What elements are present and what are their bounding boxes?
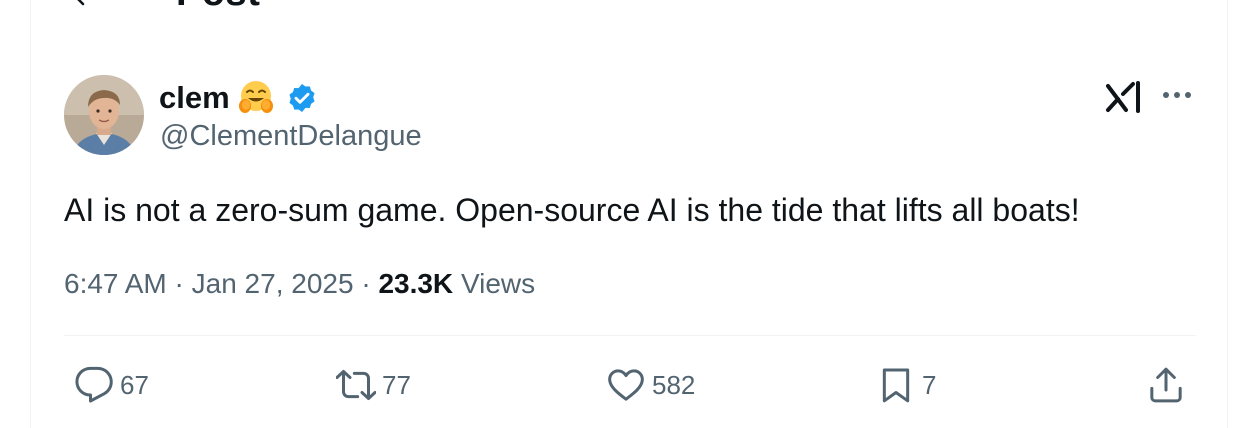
- hugging-face-emoji-icon: [238, 81, 273, 113]
- display-name[interactable]: clem: [159, 80, 230, 116]
- verified-badge-icon: [289, 84, 315, 112]
- post-meta: 6:47 AM · Jan 27, 2025 · 23.3K Views: [64, 268, 535, 300]
- bookmark-icon: [882, 368, 910, 403]
- share-icon: [1150, 367, 1182, 403]
- avatar[interactable]: [64, 75, 144, 155]
- user-handle[interactable]: @ClementDelangue: [160, 120, 422, 153]
- divider: [64, 335, 1196, 336]
- bookmark-button[interactable]: 7: [876, 360, 936, 410]
- heart-icon: [608, 369, 644, 401]
- views-label: Views: [460, 268, 536, 299]
- post-date[interactable]: Jan 27, 2025: [192, 268, 354, 299]
- action-bar: 67 77 582 7: [64, 360, 1196, 410]
- meta-separator: ·: [361, 268, 379, 299]
- post-detail-panel: Post clem: [30, 0, 1228, 428]
- meta-separator: ·: [174, 268, 192, 299]
- like-button[interactable]: 582: [606, 360, 695, 410]
- display-name-row[interactable]: clem: [159, 78, 318, 118]
- reply-icon: [75, 366, 113, 403]
- like-count: 582: [652, 369, 696, 400]
- post-time[interactable]: 6:47 AM: [64, 268, 167, 299]
- repost-button[interactable]: 77: [336, 360, 411, 410]
- reply-count: 67: [120, 369, 149, 400]
- arrow-left-icon[interactable]: [69, 0, 99, 10]
- share-button[interactable]: [1146, 360, 1186, 410]
- views-count: 23.3K: [378, 268, 454, 299]
- more-horizontal-icon[interactable]: [1159, 80, 1195, 110]
- grok-icon[interactable]: [1105, 80, 1145, 114]
- page-title: Post: [176, 0, 260, 15]
- bookmark-count: 7: [922, 369, 937, 400]
- repost-icon: [336, 370, 376, 400]
- top-bar: Post: [31, 0, 1227, 20]
- post-text: AI is not a zero-sum game. Open-source A…: [64, 192, 1080, 228]
- repost-count: 77: [382, 369, 411, 400]
- reply-button[interactable]: 67: [74, 360, 149, 410]
